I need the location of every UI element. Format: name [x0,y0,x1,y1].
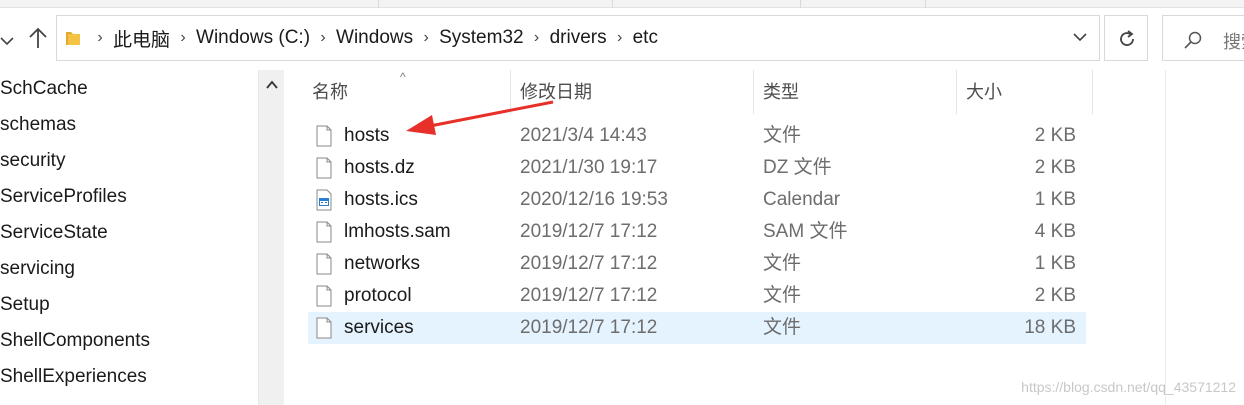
column-header-size[interactable]: 大小 [956,70,1092,114]
file-row[interactable]: hosts.dz 2021/1/30 19:17 DZ 文件 2 KB [308,152,1086,184]
file-icon [316,221,332,243]
file-size: 2 KB [1034,125,1076,146]
nav-item[interactable]: SchCache [0,74,88,104]
chevron-down-icon[interactable] [1071,28,1089,46]
file-date: 2020/12/16 19:53 [520,189,668,210]
ribbon-separator [800,0,801,8]
breadcrumb-item[interactable]: System32 [435,27,527,49]
refresh-icon [1120,30,1134,46]
breadcrumb-item[interactable]: etc [629,27,662,49]
ribbon-strip [0,0,1244,8]
file-row[interactable]: hosts.ics 2020/12/16 19:53 Calendar 1 KB [308,184,1086,216]
nav-item[interactable]: ServiceProfiles [0,182,127,212]
chevron-right-icon[interactable]: › [528,29,546,47]
file-icon [316,253,332,275]
file-type: SAM 文件 [763,221,848,242]
chevron-right-icon[interactable]: › [417,29,435,47]
search-input[interactable]: 搜索 [1162,15,1244,61]
breadcrumb-item[interactable]: Windows [332,27,417,49]
nav-item[interactable]: ServiceState [0,218,108,248]
file-icon [316,157,332,179]
calendar-file-icon [316,189,332,211]
file-row[interactable]: networks 2019/12/7 17:12 文件 1 KB [308,248,1086,280]
file-icon [316,317,332,339]
ribbon-separator [612,0,613,8]
ribbon-separator [925,0,926,8]
file-size: 2 KB [1034,157,1076,178]
column-divider[interactable] [1092,70,1093,114]
scroll-up-arrow-icon[interactable] [266,80,278,90]
file-icon [316,285,332,307]
file-name: lmhosts.sam [344,221,451,242]
file-date: 2019/12/7 17:12 [520,317,658,338]
file-date: 2021/1/30 19:17 [520,157,658,178]
nav-item[interactable]: ShellComponents [0,326,150,356]
chevron-right-icon[interactable]: › [611,29,629,47]
nav-item[interactable]: servicing [0,254,75,284]
chevron-right-icon[interactable]: › [174,29,192,47]
breadcrumb: › 此电脑 › Windows (C:) › Windows › System3… [91,16,662,60]
file-name: hosts.dz [344,157,415,178]
folder-icon [66,32,80,45]
chevron-right-icon[interactable]: › [314,29,332,47]
address-row: › 此电脑 › Windows (C:) › Windows › System3… [0,8,1244,70]
search-icon [1184,31,1202,49]
nav-item[interactable]: security [0,146,65,176]
file-icon [316,125,332,147]
file-date: 2019/12/7 17:12 [520,221,658,242]
file-name: protocol [344,285,412,306]
file-date: 2019/12/7 17:12 [520,285,658,306]
file-row[interactable]: protocol 2019/12/7 17:12 文件 2 KB [308,280,1086,312]
file-name: hosts [344,125,390,146]
breadcrumb-item[interactable]: drivers [546,27,611,49]
file-type: DZ 文件 [763,157,832,178]
recent-locations-button[interactable] [0,30,18,50]
search-placeholder: 搜索 [1223,32,1244,52]
file-type: Calendar [763,189,841,210]
file-row-selected[interactable]: services 2019/12/7 17:12 文件 18 KB [308,312,1086,344]
navigation-pane: SchCache schemas security ServiceProfile… [0,70,258,405]
file-date: 2019/12/7 17:12 [520,253,658,274]
arrow-up-icon [29,27,47,48]
watermark: https://blog.csdn.net/qq_43571212 [1021,379,1236,395]
chevron-down-icon [0,37,14,46]
file-name: networks [344,253,421,274]
pane-divider [1165,70,1166,405]
nav-scrollbar[interactable] [258,70,284,405]
nav-item[interactable]: ShellExperiences [0,362,147,392]
ribbon-separator [378,0,379,8]
address-bar[interactable]: › 此电脑 › Windows (C:) › Windows › System3… [56,15,1100,61]
annotation-arrow-icon [406,100,554,135]
file-type: 文件 [763,125,802,146]
file-name: hosts.ics [344,189,418,210]
chevron-right-icon[interactable]: › [91,29,109,47]
file-row[interactable]: lmhosts.sam 2019/12/7 17:12 SAM 文件 4 KB [308,216,1086,248]
file-size: 2 KB [1034,285,1076,306]
file-type: 文件 [763,317,802,338]
nav-item[interactable]: Setup [0,290,50,320]
file-size: 1 KB [1034,253,1076,274]
refresh-button[interactable] [1104,15,1148,61]
column-header-type[interactable]: 类型 [753,70,956,114]
file-size: 4 KB [1034,221,1076,242]
breadcrumb-item[interactable]: Windows (C:) [192,27,314,49]
file-size: 1 KB [1034,189,1076,210]
file-type: 文件 [763,253,802,274]
file-size: 18 KB [1024,317,1076,338]
up-button[interactable] [24,24,52,52]
file-name: services [344,317,414,338]
file-type: 文件 [763,285,802,306]
nav-item[interactable]: schemas [0,110,76,140]
breadcrumb-item[interactable]: 此电脑 [109,25,174,52]
